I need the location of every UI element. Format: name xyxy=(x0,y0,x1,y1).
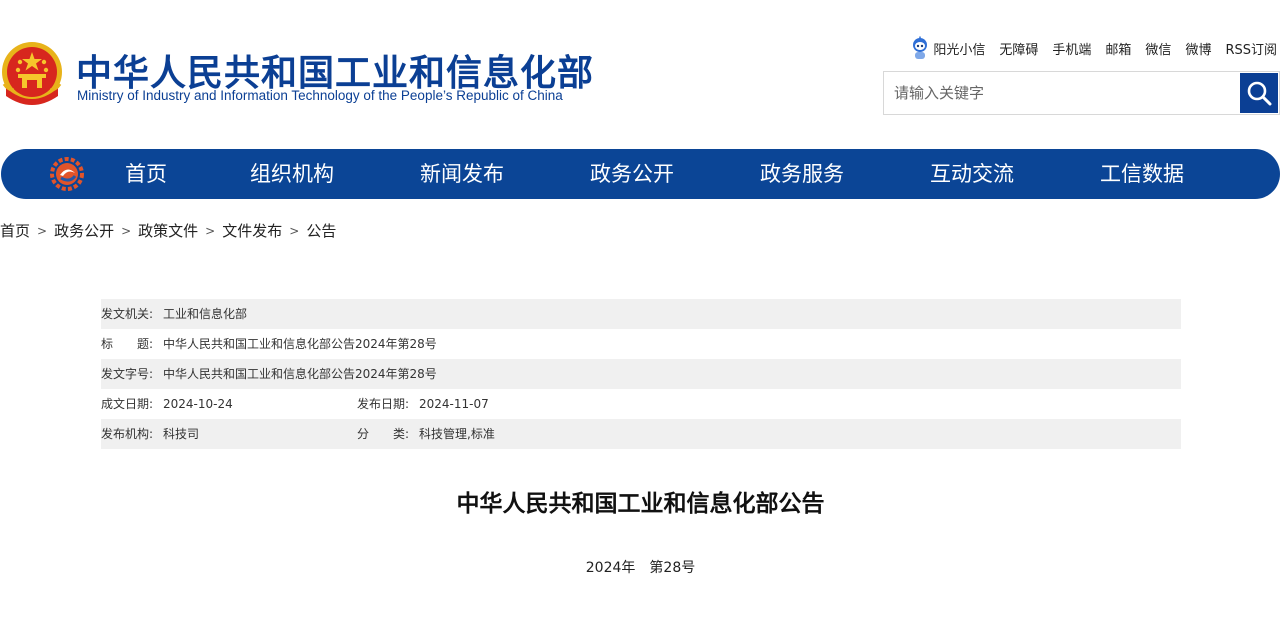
nav-item-data[interactable]: 工信数据 xyxy=(1100,149,1184,199)
mobile-link[interactable]: 手机端 xyxy=(1052,39,1091,58)
robot-assistant-icon xyxy=(913,36,928,59)
top-links: 阳光小信 无障碍 手机端 邮箱 微信 微博 RSS订阅 xyxy=(897,36,1277,60)
search-input[interactable] xyxy=(884,72,1240,114)
written-date-value: 2024-10-24 xyxy=(163,397,233,411)
docno-value: 中华人民共和国工业和信息化部公告2024年第28号 xyxy=(163,367,437,381)
info-row-docno: 发文字号: 中华人民共和国工业和信息化部公告2024年第28号 xyxy=(101,359,1181,389)
written-date-label: 成文日期: xyxy=(101,397,154,411)
nav-item-gov-services[interactable]: 政务服务 xyxy=(760,149,844,199)
national-emblem-icon[interactable] xyxy=(0,40,64,108)
breadcrumb: 首页 > 政务公开 > 政策文件 > 文件发布 > 公告 xyxy=(0,220,336,241)
document-info-table: 发文机关: 工业和信息化部 标 题: 中华人民共和国工业和信息化部公告2024年… xyxy=(101,299,1181,449)
weibo-link[interactable]: 微博 xyxy=(1185,39,1211,58)
breadcrumb-announcement[interactable]: 公告 xyxy=(306,220,336,241)
nav-item-interaction[interactable]: 互动交流 xyxy=(930,149,1014,199)
published-date-label: 发布日期: xyxy=(357,397,410,411)
document-title: 中华人民共和国工业和信息化部公告 xyxy=(456,491,825,517)
breadcrumb-separator: > xyxy=(205,223,216,238)
category-label: 分 类: xyxy=(357,427,410,441)
title-value: 中华人民共和国工业和信息化部公告2024年第28号 xyxy=(163,337,437,351)
breadcrumb-home[interactable]: 首页 xyxy=(0,220,30,241)
search-box xyxy=(883,71,1280,115)
wechat-link[interactable]: 微信 xyxy=(1145,39,1171,58)
mail-link[interactable]: 邮箱 xyxy=(1105,39,1131,58)
site-subtitle: Ministry of Industry and Information Tec… xyxy=(77,88,563,103)
category-value: 科技管理,标准 xyxy=(419,427,495,441)
miit-gear-logo-icon[interactable] xyxy=(50,157,84,191)
issuer-label: 发文机关: xyxy=(101,307,154,321)
org-value: 科技司 xyxy=(163,427,200,441)
info-row-org: 发布机构: 科技司 分 类: 科技管理,标准 xyxy=(101,419,1181,449)
nav-item-organization[interactable]: 组织机构 xyxy=(250,149,334,199)
info-row-title: 标 题: 中华人民共和国工业和信息化部公告2024年第28号 xyxy=(101,329,1181,359)
nav-item-home[interactable]: 首页 xyxy=(125,149,167,199)
title-label: 标 题: xyxy=(101,337,154,351)
breadcrumb-file-release[interactable]: 文件发布 xyxy=(222,220,282,241)
org-label: 发布机构: xyxy=(101,427,154,441)
assistant-link[interactable]: 阳光小信 xyxy=(911,36,985,60)
breadcrumb-gov-affairs[interactable]: 政务公开 xyxy=(54,220,114,241)
document-number: 2024年 第28号 xyxy=(0,557,1281,577)
breadcrumb-separator: > xyxy=(37,223,48,238)
published-date-value: 2024-11-07 xyxy=(419,397,489,411)
accessibility-link[interactable]: 无障碍 xyxy=(999,39,1038,58)
site-header: 中华人民共和国工业和信息化部 Ministry of Industry and … xyxy=(0,0,1281,140)
breadcrumb-separator: > xyxy=(121,223,132,238)
breadcrumb-policy-files[interactable]: 政策文件 xyxy=(138,220,198,241)
nav-item-news[interactable]: 新闻发布 xyxy=(420,149,504,199)
info-row-dates: 成文日期: 2024-10-24 发布日期: 2024-11-07 xyxy=(101,389,1181,419)
breadcrumb-separator: > xyxy=(289,223,300,238)
docno-label: 发文字号: xyxy=(101,367,154,381)
document-year: 2024年 xyxy=(585,560,636,576)
issuer-value: 工业和信息化部 xyxy=(163,307,248,321)
main-nav: 首页 组织机构 新闻发布 政务公开 政务服务 互动交流 工信数据 xyxy=(1,149,1280,199)
search-icon xyxy=(1247,81,1272,106)
assistant-label: 阳光小信 xyxy=(933,42,986,58)
search-button[interactable] xyxy=(1240,73,1278,113)
nav-item-gov-affairs[interactable]: 政务公开 xyxy=(590,149,674,199)
info-row-issuer: 发文机关: 工业和信息化部 xyxy=(101,299,1181,329)
document-issue-number: 第28号 xyxy=(649,560,696,576)
rss-link[interactable]: RSS订阅 xyxy=(1225,39,1277,58)
